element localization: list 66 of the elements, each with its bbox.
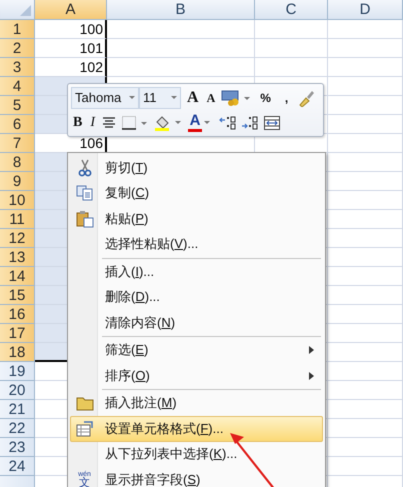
row-header[interactable]: 20 (0, 381, 35, 400)
borders-icon[interactable] (121, 114, 150, 130)
row-header[interactable]: 21 (0, 400, 35, 419)
menu-item[interactable]: 删除(D)... (70, 284, 323, 310)
row-header[interactable]: 23 (0, 438, 35, 457)
row-header[interactable]: 2 (0, 39, 35, 58)
row-header[interactable]: 15 (0, 286, 35, 305)
row-header[interactable]: 19 (0, 362, 35, 381)
menu-item[interactable]: 筛选(E) (70, 338, 323, 363)
row-header[interactable]: 5 (0, 96, 35, 115)
column-header[interactable]: D (328, 0, 403, 20)
shrink-font-button[interactable]: A (204, 92, 218, 104)
row-header[interactable]: 22 (0, 419, 35, 438)
column-header[interactable]: A (35, 0, 107, 20)
italic-button[interactable]: I (88, 116, 98, 130)
column-header[interactable]: C (255, 0, 328, 20)
copy-icon (76, 185, 94, 202)
menu-item[interactable]: 设置单元格格式(F)... (70, 416, 323, 442)
column-header[interactable]: B (107, 0, 255, 20)
menu-item[interactable]: 剪切(T) (70, 155, 323, 180)
format-cells-icon (76, 420, 94, 437)
merge-cells-icon[interactable] (263, 114, 282, 130)
bold-button[interactable]: B (71, 116, 84, 130)
caret-icon (171, 96, 177, 99)
row-header[interactable]: 18 (0, 343, 35, 362)
row-header[interactable]: 9 (0, 172, 35, 191)
scissors-icon (78, 158, 92, 177)
grow-font-button[interactable]: A (185, 90, 201, 106)
row-header[interactable]: 11 (0, 210, 35, 229)
row-header[interactable]: 16 (0, 305, 35, 324)
font-name-field[interactable]: Tahoma (71, 86, 139, 108)
row-header[interactable]: 3 (0, 58, 35, 77)
menu-item[interactable]: 清除内容(N) (70, 310, 323, 336)
table-cell: 101 (35, 39, 107, 58)
caret-icon (129, 96, 135, 99)
menu-item[interactable]: 插入(I)... (70, 259, 323, 284)
row-header[interactable]: 14 (0, 267, 35, 286)
menu-item[interactable]: 插入批注(M) (70, 390, 323, 416)
row-header[interactable]: 13 (0, 248, 35, 267)
clipboard-icon (76, 210, 94, 228)
row-header[interactable]: 24 (0, 457, 35, 476)
row-header[interactable]: 10 (0, 191, 35, 210)
menu-item[interactable]: 排序(O) (70, 363, 323, 388)
row-header[interactable]: 17 (0, 324, 35, 343)
menu-item[interactable]: 从下拉列表中选择(K)... (70, 442, 323, 467)
row-header[interactable]: 12 (0, 229, 35, 248)
align-center-icon[interactable] (101, 114, 118, 130)
menu-item[interactable]: 粘贴(P) (70, 206, 323, 232)
paintbrush-icon[interactable] (297, 88, 316, 106)
comma-button[interactable]: , (280, 92, 294, 104)
menu-item[interactable]: 复制(C) (70, 180, 323, 206)
font-color-button[interactable]: A (187, 112, 216, 132)
font-size-field[interactable]: 11 (139, 86, 181, 108)
note-icon (76, 395, 94, 412)
fill-bucket-icon[interactable] (153, 114, 184, 132)
money-icon[interactable] (221, 88, 252, 106)
row-header[interactable]: 4 (0, 77, 35, 96)
percent-button[interactable]: % (255, 92, 276, 104)
menu-item[interactable]: 选择性粘贴(V)... (70, 232, 323, 257)
row-header[interactable]: 6 (0, 115, 35, 134)
decrease-decimal-icon[interactable] (241, 114, 260, 130)
row-header[interactable]: 7 (0, 134, 35, 153)
row-header[interactable]: 1 (0, 20, 35, 39)
increase-decimal-icon[interactable] (219, 114, 238, 130)
table-cell: 100 (35, 20, 107, 39)
row-header[interactable]: 8 (0, 153, 35, 172)
